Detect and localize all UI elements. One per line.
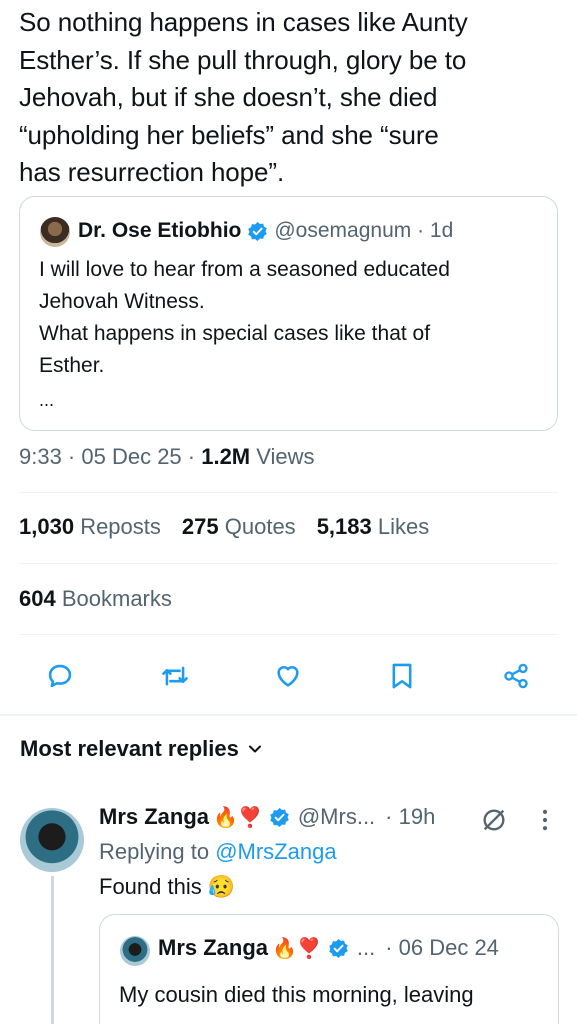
inner-quote-header: Mrs Zanga 🔥❣️ ... · 06 Dec 24 — [158, 935, 499, 961]
inner-quote-timestamp: · 06 Dec 24 — [385, 935, 499, 960]
replying-to: Replying to @MrsZanga — [99, 839, 337, 864]
inner-quote-body: My cousin died this morning, leaving — [119, 982, 474, 1007]
inner-quote-handle: ... — [356, 935, 376, 960]
grok-icon[interactable] — [480, 806, 508, 834]
chevron-down-icon — [248, 745, 261, 753]
likes-stat[interactable]: 5,183 Likes — [317, 514, 430, 540]
avatar[interactable] — [20, 808, 84, 872]
quoted-tweet-body: I will love to hear from a seasoned educ… — [39, 254, 450, 416]
replies-sort-dropdown[interactable]: Most relevant replies — [20, 736, 263, 762]
name-emojis: 🔥❣️ — [213, 806, 263, 829]
repost-icon[interactable] — [157, 658, 193, 694]
replies-sort-label: Most relevant replies — [20, 736, 239, 761]
quoted-tweet-card[interactable]: Dr. Ose Etiobhio @osemagnum · 1d I will … — [19, 196, 558, 431]
tweet-line: has resurrection hope”. — [19, 157, 285, 187]
thread-line — [51, 876, 54, 1024]
action-bar — [0, 652, 577, 700]
tweet-line: So nothing happens in cases like Aunty — [19, 7, 468, 37]
reposts-stat[interactable]: 1,030 Reposts — [19, 514, 161, 540]
divider — [19, 492, 558, 493]
engagement-stats: 1,030 Reposts 275 Quotes 5,183 Likes — [19, 514, 450, 540]
views-label: Views — [250, 444, 315, 469]
reply-author-name[interactable]: Mrs Zanga — [99, 804, 209, 830]
quoted-line: Esther. — [39, 354, 105, 377]
tweet-line: Jehovah, but if she doesn’t, she died — [19, 82, 438, 112]
reply-author-handle: @Mrs... — [297, 804, 376, 829]
tweet-text: So nothing happens in cases like Aunty E… — [19, 4, 559, 192]
tweet-line: “upholding her beliefs” and she “sure — [19, 119, 439, 150]
tweet-line: Esther’s. If she pull through, glory be … — [19, 44, 467, 75]
like-icon[interactable] — [270, 658, 306, 694]
quoted-ellipsis: ... — [39, 390, 55, 410]
verified-badge-icon — [329, 938, 348, 958]
more-options-icon[interactable] — [538, 806, 552, 834]
views-count: 1.2M — [201, 444, 251, 469]
section-divider — [0, 714, 577, 716]
name-emojis: 🔥❣️ — [272, 937, 322, 960]
reply-text: Found this 😥 — [99, 874, 236, 899]
reply-header: Mrs Zanga 🔥❣️ @Mrs... · 19h — [99, 804, 435, 830]
quoted-line: Jehovah Witness. — [39, 290, 205, 313]
reply-icon[interactable] — [42, 658, 78, 694]
verified-badge-icon — [270, 807, 289, 827]
quoted-tweet-header: Dr. Ose Etiobhio @osemagnum · 1d — [78, 217, 453, 245]
divider — [19, 563, 558, 564]
replying-to-link[interactable]: @MrsZanga — [215, 839, 336, 864]
quoted-author-handle: @osemagnum · 1d — [274, 219, 454, 242]
reply-quoted-card[interactable]: Mrs Zanga 🔥❣️ ... · 06 Dec 24 My cousin … — [99, 914, 559, 1024]
timestamp[interactable]: 9:33 · 05 Dec 25 · — [19, 444, 201, 469]
quoted-line: I will love to hear from a seasoned educ… — [39, 258, 450, 281]
avatar — [120, 936, 150, 966]
bookmark-icon[interactable] — [384, 658, 420, 694]
quoted-line: What happens in special cases like that … — [39, 322, 431, 345]
quotes-stat[interactable]: 275 Quotes — [182, 514, 296, 540]
share-icon[interactable] — [498, 658, 534, 694]
avatar[interactable] — [40, 217, 70, 247]
inner-quote-author-name: Mrs Zanga — [158, 935, 269, 960]
verified-badge-icon — [248, 221, 268, 241]
reply-timestamp[interactable]: · 19h — [385, 804, 435, 830]
bookmarks-stat[interactable]: 604 Bookmarks — [19, 586, 172, 612]
quoted-author-name[interactable]: Dr. Ose Etiobhio — [78, 217, 241, 245]
divider — [19, 634, 558, 635]
tweet-meta: 9:33 · 05 Dec 25 · 1.2M Views — [19, 444, 315, 470]
